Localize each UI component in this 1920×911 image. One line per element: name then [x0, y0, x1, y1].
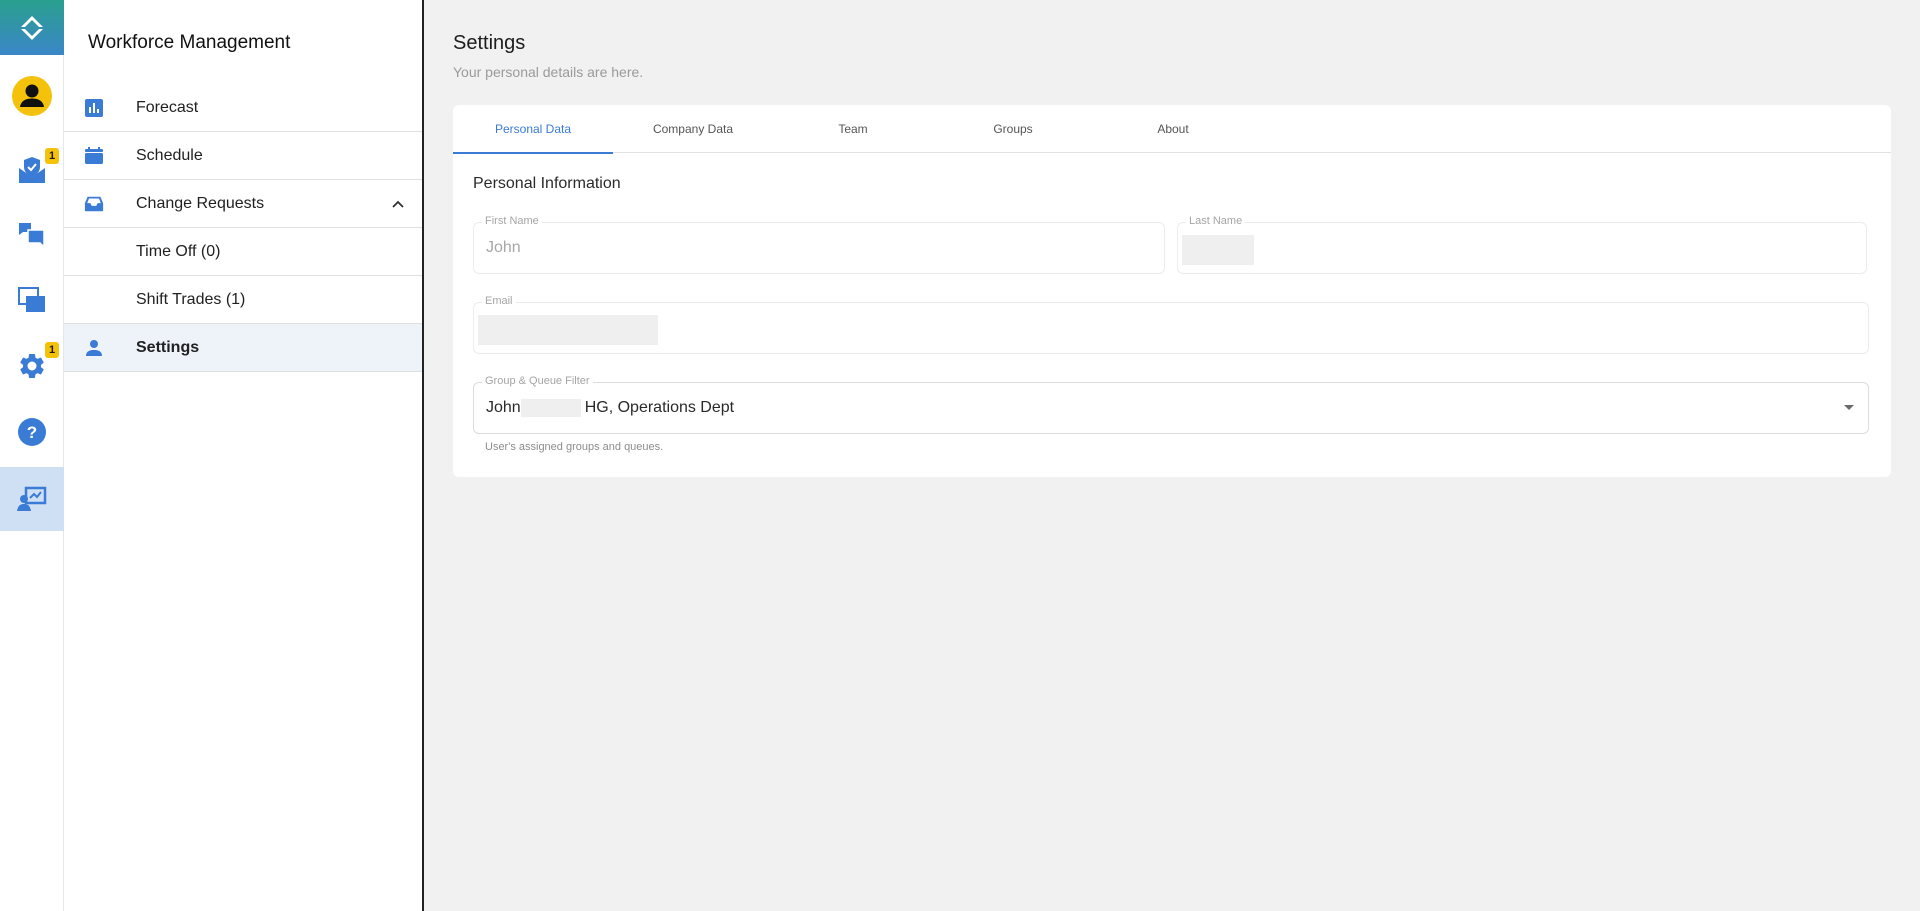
nav-item-label: Forecast — [136, 98, 199, 116]
tab-personal-data[interactable]: Personal Data — [453, 105, 613, 154]
tab-groups[interactable]: Groups — [933, 105, 1093, 153]
person-icon — [84, 338, 104, 358]
group-queue-helper-text: User's assigned groups and queues. — [485, 441, 664, 453]
rail-windows-button[interactable] — [0, 268, 64, 332]
nav-list: Forecast Schedule Change Requests Time O… — [64, 84, 422, 372]
chat-bubbles-icon — [19, 223, 45, 249]
last-name-field[interactable]: Last Name — [1177, 215, 1867, 274]
nav-item-schedule[interactable]: Schedule — [64, 132, 422, 180]
page-subtitle: Your personal details are here. — [453, 64, 644, 80]
email-label: Email — [482, 295, 516, 307]
section-title: Personal Information — [473, 175, 621, 192]
tab-bar: Personal Data Company Data Team Groups A… — [453, 105, 1891, 154]
first-name-label: First Name — [482, 215, 542, 227]
page-title: Settings — [453, 32, 526, 54]
rail-approvals-button[interactable]: 1 — [0, 138, 64, 202]
nav-title: Workforce Management — [88, 32, 291, 53]
main-content: Settings Your personal details are here.… — [426, 0, 1920, 911]
presenter-chart-icon — [17, 486, 47, 511]
group-value-prefix: John — [486, 399, 521, 417]
nav-panel: Workforce Management Forecast Schedule C… — [64, 0, 424, 911]
app-logo[interactable] — [0, 0, 64, 55]
group-value-suffix: HG, Operations Dept — [584, 399, 735, 417]
bar-chart-icon — [84, 98, 104, 118]
mail-shield-icon — [19, 157, 45, 183]
last-name-label: Last Name — [1186, 215, 1246, 227]
settings-badge: 1 — [45, 342, 59, 358]
rail-profile-button[interactable] — [0, 64, 64, 128]
overlapping-windows-icon — [18, 287, 45, 312]
gear-icon — [20, 353, 44, 378]
tab-team[interactable]: Team — [773, 105, 933, 153]
settings-card: Personal Data Company Data Team Groups A… — [453, 105, 1891, 477]
svg-text:?: ? — [27, 423, 37, 442]
tab-about[interactable]: About — [1093, 105, 1253, 153]
tab-company-data[interactable]: Company Data — [613, 105, 773, 153]
nav-item-forecast[interactable]: Forecast — [64, 84, 422, 132]
app-rail: 1 1 ? — [0, 0, 64, 911]
group-queue-filter-value: John HG, Operations Dept — [486, 399, 734, 417]
last-name-redacted — [1182, 235, 1254, 265]
diamond-logo-icon — [21, 15, 43, 40]
email-redacted — [478, 315, 658, 345]
nav-item-shift-trades[interactable]: Shift Trades (1) — [64, 276, 422, 324]
rail-chat-button[interactable] — [0, 202, 64, 266]
chevron-up-icon[interactable] — [388, 194, 408, 214]
group-queue-filter-label: Group & Queue Filter — [482, 375, 593, 387]
nav-item-change-requests[interactable]: Change Requests — [64, 180, 422, 228]
nav-item-time-off[interactable]: Time Off (0) — [64, 228, 422, 276]
nav-item-settings[interactable]: Settings — [64, 324, 422, 372]
account-circle-icon — [12, 76, 52, 116]
nav-item-label: Schedule — [136, 146, 203, 164]
group-value-redacted — [520, 399, 581, 417]
email-field[interactable]: Email — [473, 295, 1869, 354]
inbox-icon — [84, 194, 104, 214]
nav-item-label: Change Requests — [136, 194, 265, 212]
approvals-badge: 1 — [45, 148, 59, 164]
nav-item-label: Shift Trades (1) — [136, 290, 246, 308]
rail-settings-button[interactable]: 1 — [0, 334, 64, 398]
help-circle-icon: ? — [18, 418, 46, 446]
calendar-icon — [84, 146, 104, 166]
rail-workforce-button[interactable] — [0, 467, 64, 531]
first-name-field[interactable]: First Name John — [473, 215, 1165, 274]
first-name-value: John — [486, 239, 521, 256]
group-queue-filter-select[interactable]: Group & Queue Filter John HG, Operations … — [473, 375, 1869, 434]
nav-item-label: Time Off (0) — [136, 242, 221, 260]
nav-item-label: Settings — [136, 338, 200, 356]
rail-help-button[interactable]: ? — [0, 400, 64, 464]
dropdown-arrow-icon[interactable] — [1844, 405, 1854, 410]
